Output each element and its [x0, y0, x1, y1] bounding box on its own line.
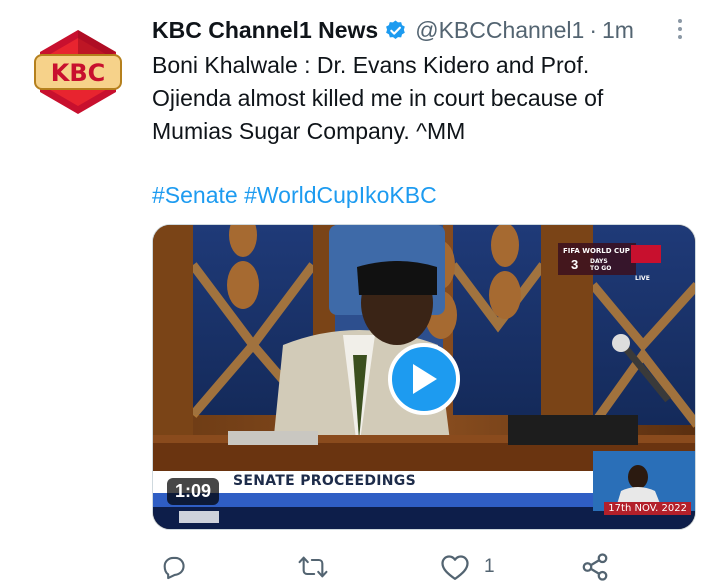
more-options-icon[interactable] [670, 14, 690, 44]
live-badge: LIVE [635, 275, 650, 282]
countdown-title: FIFA WORLD CUP [563, 247, 630, 255]
retweet-button[interactable] [297, 552, 343, 582]
tweet-text-line: Mumias Sugar Company. ^MM [152, 118, 466, 144]
video-duration: 1:09 [167, 478, 220, 505]
tweet-text-line: Boni Khalwale : Dr. Evans Kidero and Pro… [152, 52, 590, 78]
tweet-actions: 1 [152, 548, 622, 584]
tweet-timestamp[interactable]: 1m [602, 17, 634, 44]
verified-badge-icon [384, 19, 407, 42]
user-handle[interactable]: @KBCChannel1 [415, 17, 584, 44]
tweet-header: KBC Channel1 News @KBCChannel1 · 1m [152, 16, 634, 44]
reply-button[interactable] [160, 552, 202, 582]
like-count: 1 [484, 556, 495, 577]
hashtag-senate[interactable]: #Senate [152, 182, 238, 208]
tweet-text: Boni Khalwale : Dr. Evans Kidero and Pro… [152, 49, 692, 148]
display-name[interactable]: KBC Channel1 News [152, 17, 378, 44]
share-button[interactable] [580, 552, 624, 582]
profile-avatar[interactable]: KBC [28, 22, 128, 122]
video-caption: SENATE PROCEEDINGS [233, 473, 416, 489]
svg-text:KBC: KBC [51, 59, 106, 87]
video-player[interactable]: FIFA WORLD CUP 3 DAYS TO GO LIVE SENATE … [152, 224, 696, 530]
play-button[interactable] [388, 343, 460, 415]
hashtag-worldcup[interactable]: #WorldCupIkoKBC [244, 182, 437, 208]
separator-dot: · [589, 16, 597, 43]
retweet-icon [298, 556, 328, 578]
reply-icon [163, 556, 185, 580]
hashtag-row: #Senate #WorldCupIkoKBC [152, 179, 437, 212]
countdown-days: 3 [571, 257, 579, 272]
countdown-days-label: DAYS TO GO [590, 258, 612, 272]
kbc-logo-icon: KBC [30, 24, 126, 120]
tweet-text-line: Ojienda almost killed me in court becaus… [152, 85, 604, 111]
like-button[interactable]: 1 [440, 552, 495, 582]
heart-icon [441, 555, 469, 580]
date-bug: 17th NOV. 2022 [604, 502, 691, 515]
play-icon [413, 364, 437, 394]
share-icon [582, 553, 608, 581]
